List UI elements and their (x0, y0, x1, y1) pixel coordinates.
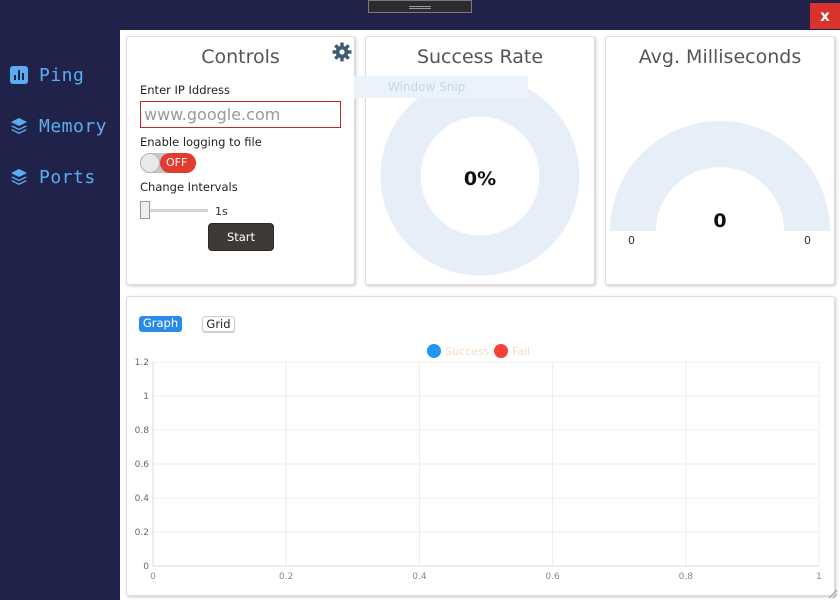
legend-fail-label: Fail (512, 344, 531, 358)
sidebar-item-memory[interactable]: Memory (10, 114, 107, 138)
success-rate-value: 0% (463, 168, 497, 190)
interval-label: Change Intervals (140, 180, 238, 194)
sidebar-item-ports[interactable]: Ports (10, 165, 96, 189)
legend-success-marker (427, 344, 441, 358)
drag-handle[interactable] (368, 0, 472, 13)
window-snip-ghost: Window Snip (354, 76, 528, 98)
avg-ms-value: 0 (713, 210, 727, 232)
success-rate-donut (380, 76, 580, 276)
grip-icon (409, 6, 431, 9)
logging-toggle[interactable]: OFF (140, 153, 196, 173)
logging-label: Enable logging to file (140, 135, 262, 149)
title-bar[interactable]: x (0, 0, 840, 30)
y-tick-label: 0.8 (135, 426, 150, 436)
x-tick-label: 0.6 (545, 572, 560, 582)
avg-ms-card: Avg. Milliseconds 0 0 0 (605, 36, 835, 285)
resize-grip-icon[interactable] (826, 587, 838, 599)
layers-icon (10, 117, 28, 135)
x-tick-label: 0.8 (679, 572, 694, 582)
y-tick-label: 0.4 (135, 494, 150, 504)
x-tick-label: 1 (816, 572, 822, 582)
toggle-state-label: OFF (166, 156, 188, 169)
ping-chart: 0 0.2 0.4 0.6 0.8 1 1.2 0 0.2 0.4 0.6 0.8 1 (135, 358, 822, 582)
y-tick-label: 0.6 (135, 460, 150, 470)
legend-fail-marker (494, 344, 508, 358)
x-tick-label: 0.2 (279, 572, 293, 582)
legend-success-label: Success (445, 344, 490, 358)
close-button[interactable]: x (810, 3, 840, 29)
success-rate-card: Success Rate Window Snip 0% (354, 36, 595, 285)
sidebar-item-label: Ping (39, 64, 85, 86)
layers-icon (10, 168, 28, 186)
slider-thumb[interactable] (140, 201, 150, 219)
graph-card: Graph Grid 0 0.2 0.4 0.6 0.8 1 1.2 0 0.2 0.4 0.6 0.… (126, 296, 835, 596)
sidebar: Ping Memory Ports (0, 30, 120, 600)
y-tick-label: 1.2 (135, 358, 149, 368)
x-tick-label: 0.4 (412, 572, 427, 582)
bar-chart-icon (10, 66, 28, 84)
main-panel: Controls Enter IP Iddress Enable logg (120, 30, 840, 600)
interval-value: 1s (215, 205, 228, 218)
y-tick-label: 1 (143, 392, 149, 402)
sidebar-item-ping[interactable]: Ping (10, 63, 84, 87)
slider-track (144, 209, 208, 212)
sidebar-item-label: Ports (39, 166, 96, 188)
controls-card: Controls Enter IP Iddress Enable logg (126, 36, 355, 285)
avg-ms-gauge (610, 121, 830, 231)
y-tick-label: 0.2 (135, 528, 149, 538)
gauge-min-label: 0 (628, 234, 635, 247)
toggle-knob (140, 153, 160, 173)
y-tick-label: 0 (143, 562, 149, 572)
controls-title: Controls (201, 46, 280, 68)
ip-address-input[interactable] (140, 101, 341, 128)
interval-slider[interactable] (140, 201, 208, 219)
ip-label: Enter IP Iddress (140, 83, 231, 97)
sidebar-item-label: Memory (39, 115, 108, 137)
legend-fail: Fail (494, 344, 530, 358)
x-tick-label: 0 (150, 572, 156, 582)
start-button[interactable]: Start (208, 223, 274, 251)
gear-icon[interactable] (332, 42, 352, 62)
gauge-max-label: 0 (804, 234, 811, 247)
legend-success: Success (427, 344, 489, 358)
